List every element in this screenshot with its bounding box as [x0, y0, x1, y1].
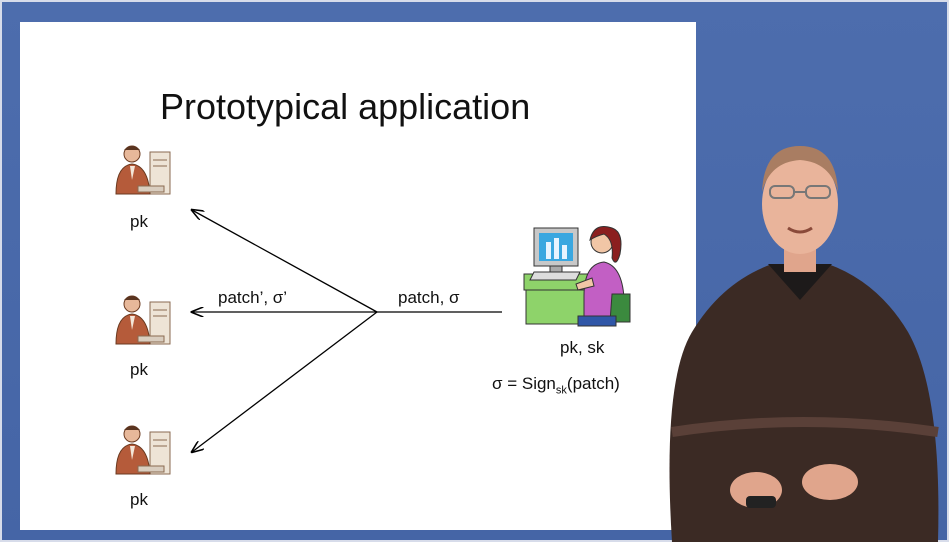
- formula-suffix: (patch): [566, 374, 620, 393]
- presenter-image: [669, 146, 939, 542]
- sender-keys-label: pk, sk: [560, 338, 605, 357]
- outgoing-edge-label: patch’, σ’: [218, 288, 288, 307]
- formula-prefix: σ = Sign: [492, 374, 556, 393]
- sign-formula: σ = Signsk(patch): [492, 374, 620, 396]
- recipient-person-icon: [115, 425, 171, 475]
- recipient-person-icon: [115, 145, 171, 195]
- arrow-to-bottom: [192, 311, 378, 452]
- recipient-label: pk: [130, 360, 148, 379]
- video-frame: Prototypical application pk pk pk patch’…: [0, 0, 949, 542]
- incoming-edge-label: patch, σ: [398, 288, 460, 307]
- formula-subscript: sk: [555, 384, 567, 397]
- slide: Prototypical application pk pk pk patch’…: [20, 22, 696, 530]
- recipient-label: pk: [130, 490, 148, 509]
- sender-computer-icon: [523, 226, 631, 327]
- recipient-person-icon: [115, 295, 171, 345]
- recipient-label: pk: [130, 212, 148, 231]
